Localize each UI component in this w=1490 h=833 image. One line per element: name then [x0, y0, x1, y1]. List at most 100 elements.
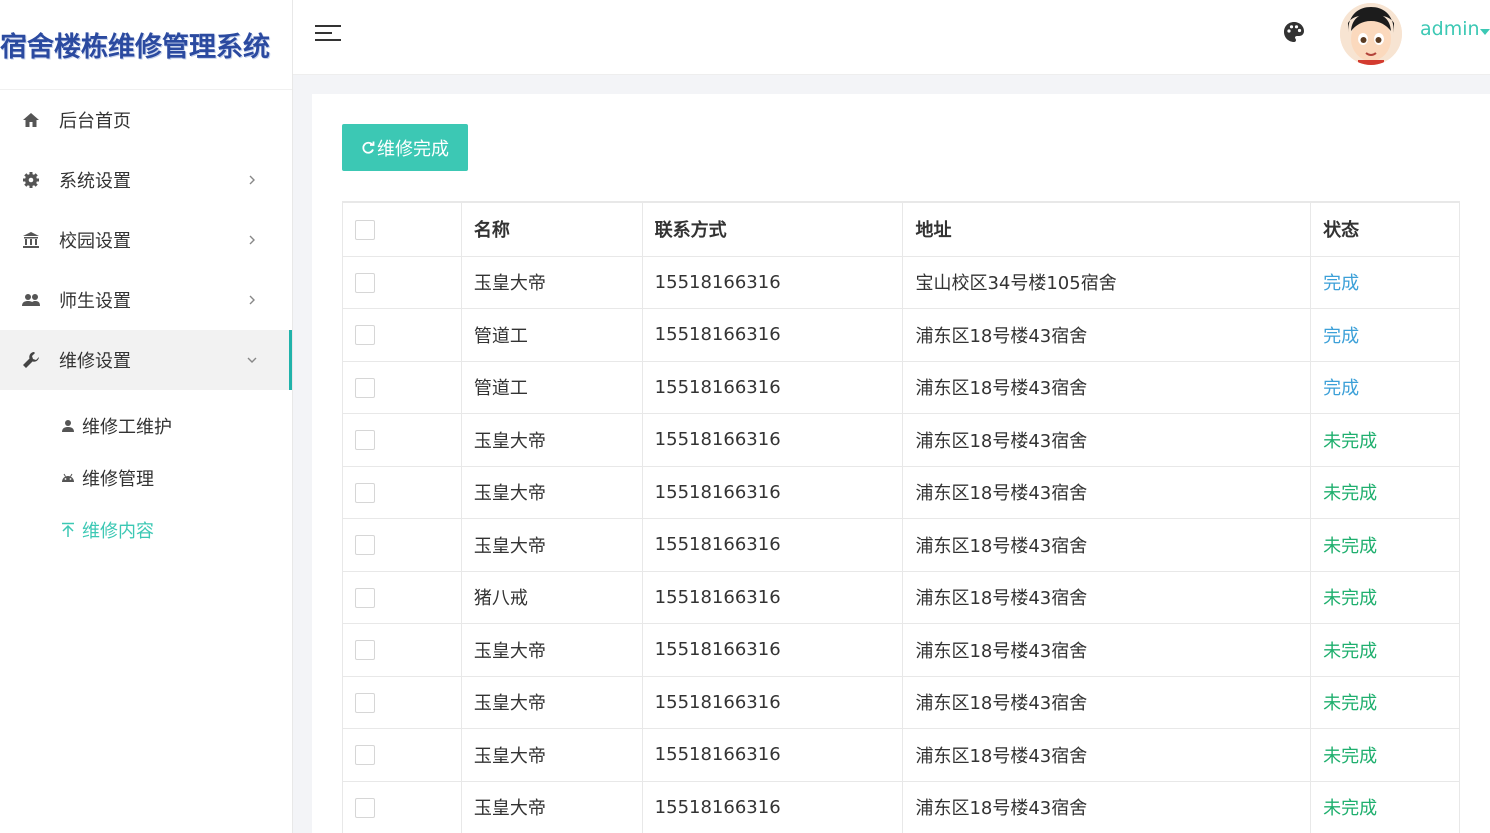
column-header-address: 地址 — [902, 202, 1312, 257]
cell-status: 完成 — [1310, 308, 1460, 362]
palette-icon[interactable] — [1282, 20, 1308, 46]
sidebar-subitem-manage[interactable]: 维修管理 — [0, 452, 292, 504]
cell-status: 未完成 — [1310, 518, 1460, 572]
cell-phone: 15518166316 — [642, 623, 904, 677]
avatar[interactable] — [1340, 3, 1402, 65]
row-select-cell — [342, 256, 462, 309]
cell-name: 玉皇大帝 — [461, 413, 643, 467]
sidebar-item-label: 后台首页 — [59, 111, 131, 132]
table-row[interactable]: 玉皇大帝 15518166316 浦东区18号楼43宿舍 未完成 — [342, 466, 1460, 519]
table-row[interactable]: 玉皇大帝 15518166316 浦东区18号楼43宿舍 未完成 — [342, 518, 1460, 572]
select-all-checkbox[interactable] — [355, 219, 375, 240]
caret-down-icon[interactable] — [1480, 29, 1490, 35]
cell-status: 未完成 — [1310, 781, 1460, 833]
row-checkbox[interactable] — [355, 640, 375, 661]
username[interactable]: admin — [1420, 18, 1480, 40]
table-row[interactable]: 管道工 15518166316 浦东区18号楼43宿舍 完成 — [342, 308, 1460, 362]
cell-status: 完成 — [1310, 361, 1460, 414]
cell-name: 玉皇大帝 — [461, 623, 643, 677]
cell-status: 未完成 — [1310, 571, 1460, 624]
table-row[interactable]: 管道工 15518166316 浦东区18号楼43宿舍 完成 — [342, 361, 1460, 414]
cell-status: 未完成 — [1310, 466, 1460, 519]
cell-name: 玉皇大帝 — [461, 466, 643, 519]
cell-address: 浦东区18号楼43宿舍 — [902, 413, 1312, 467]
sidebar: 宿舍楼栋维修管理系统 后台首页 系统设置 校园设置 师生设置 维修设置 维修工维… — [0, 0, 293, 833]
cell-name: 玉皇大帝 — [461, 518, 643, 572]
chevron-right-icon — [246, 294, 258, 306]
cell-name: 管道工 — [461, 361, 643, 414]
row-checkbox[interactable] — [355, 430, 375, 451]
cell-phone: 15518166316 — [642, 728, 904, 782]
row-checkbox[interactable] — [355, 482, 375, 503]
repair-submenu: 维修工维护 维修管理 维修内容 — [0, 390, 292, 556]
cell-status: 未完成 — [1310, 413, 1460, 467]
refresh-icon — [362, 141, 375, 154]
sidebar-menu: 后台首页 系统设置 校园设置 师生设置 维修设置 维修工维护 维修管理 维修内容 — [0, 90, 292, 556]
cell-phone: 15518166316 — [642, 466, 904, 519]
row-select-cell — [342, 308, 462, 362]
cell-name: 玉皇大帝 — [461, 676, 643, 729]
cell-address: 浦东区18号楼43宿舍 — [902, 676, 1312, 729]
wrench-icon — [20, 349, 42, 371]
menu-toggle-icon[interactable] — [315, 24, 341, 44]
cell-name: 猪八戒 — [461, 571, 643, 624]
table-row[interactable]: 玉皇大帝 15518166316 浦东区18号楼43宿舍 未完成 — [342, 413, 1460, 467]
cell-status: 未完成 — [1310, 728, 1460, 782]
sidebar-subitem-worker[interactable]: 维修工维护 — [0, 400, 292, 452]
cell-status: 未完成 — [1310, 676, 1460, 729]
cell-phone: 15518166316 — [642, 518, 904, 572]
table-row[interactable]: 猪八戒 15518166316 浦东区18号楼43宿舍 未完成 — [342, 571, 1460, 624]
cell-address: 浦东区18号楼43宿舍 — [902, 623, 1312, 677]
row-checkbox[interactable] — [355, 692, 375, 713]
sidebar-item-people[interactable]: 师生设置 — [0, 270, 292, 330]
row-select-cell — [342, 571, 462, 624]
cell-phone: 15518166316 — [642, 781, 904, 833]
repair-complete-button[interactable]: 维修完成 — [342, 124, 468, 171]
row-checkbox[interactable] — [355, 745, 375, 766]
sidebar-item-label: 系统设置 — [59, 171, 131, 192]
arrow-up-icon — [60, 522, 76, 538]
row-checkbox[interactable] — [355, 535, 375, 556]
cell-phone: 15518166316 — [642, 413, 904, 467]
table-row[interactable]: 玉皇大帝 15518166316 浦东区18号楼43宿舍 未完成 — [342, 623, 1460, 677]
row-checkbox[interactable] — [355, 797, 375, 818]
sidebar-subitem-content[interactable]: 维修内容 — [0, 504, 292, 556]
sidebar-item-label: 校园设置 — [59, 231, 131, 252]
sidebar-item-label: 维修设置 — [59, 351, 131, 372]
cell-phone: 15518166316 — [642, 676, 904, 729]
cell-phone: 15518166316 — [642, 571, 904, 624]
sidebar-item-home[interactable]: 后台首页 — [0, 90, 292, 150]
sidebar-item-repair[interactable]: 维修设置 — [0, 330, 292, 390]
cell-address: 浦东区18号楼43宿舍 — [902, 728, 1312, 782]
repair-table: 名称 联系方式 地址 状态 玉皇大帝 15518166316 宝山校区34号楼105… — [342, 201, 1460, 833]
cell-address: 浦东区18号楼43宿舍 — [902, 466, 1312, 519]
chevron-right-icon — [246, 174, 258, 186]
sidebar-subitem-label: 维修内容 — [82, 521, 154, 542]
repair-complete-label: 维修完成 — [377, 138, 449, 160]
sidebar-item-system[interactable]: 系统设置 — [0, 150, 292, 210]
cell-address: 浦东区18号楼43宿舍 — [902, 308, 1312, 362]
row-select-cell — [342, 413, 462, 467]
table-row[interactable]: 玉皇大帝 15518166316 浦东区18号楼43宿舍 未完成 — [342, 728, 1460, 782]
row-checkbox[interactable] — [355, 272, 375, 293]
row-checkbox[interactable] — [355, 587, 375, 608]
sidebar-item-label: 师生设置 — [59, 291, 131, 312]
cell-address: 浦东区18号楼43宿舍 — [902, 361, 1312, 414]
cell-phone: 15518166316 — [642, 308, 904, 362]
row-select-cell — [342, 518, 462, 572]
table-row[interactable]: 玉皇大帝 15518166316 宝山校区34号楼105宿舍 完成 — [342, 256, 1460, 309]
bank-icon — [20, 229, 42, 251]
row-select-cell — [342, 676, 462, 729]
sidebar-item-campus[interactable]: 校园设置 — [0, 210, 292, 270]
table-row[interactable]: 玉皇大帝 15518166316 浦东区18号楼43宿舍 未完成 — [342, 781, 1460, 833]
row-checkbox[interactable] — [355, 325, 375, 346]
cell-status: 完成 — [1310, 256, 1460, 309]
table-header-row: 名称 联系方式 地址 状态 — [342, 202, 1460, 257]
android-icon — [60, 470, 76, 486]
row-checkbox[interactable] — [355, 377, 375, 398]
main-content: 维修完成 名称 联系方式 地址 状态 玉皇大帝 15518166316 宝山校区34… — [312, 94, 1490, 833]
app-title: 宿舍楼栋维修管理系统 — [0, 32, 270, 63]
table-row[interactable]: 玉皇大帝 15518166316 浦东区18号楼43宿舍 未完成 — [342, 676, 1460, 729]
row-select-cell — [342, 781, 462, 833]
chevron-right-icon — [246, 234, 258, 246]
